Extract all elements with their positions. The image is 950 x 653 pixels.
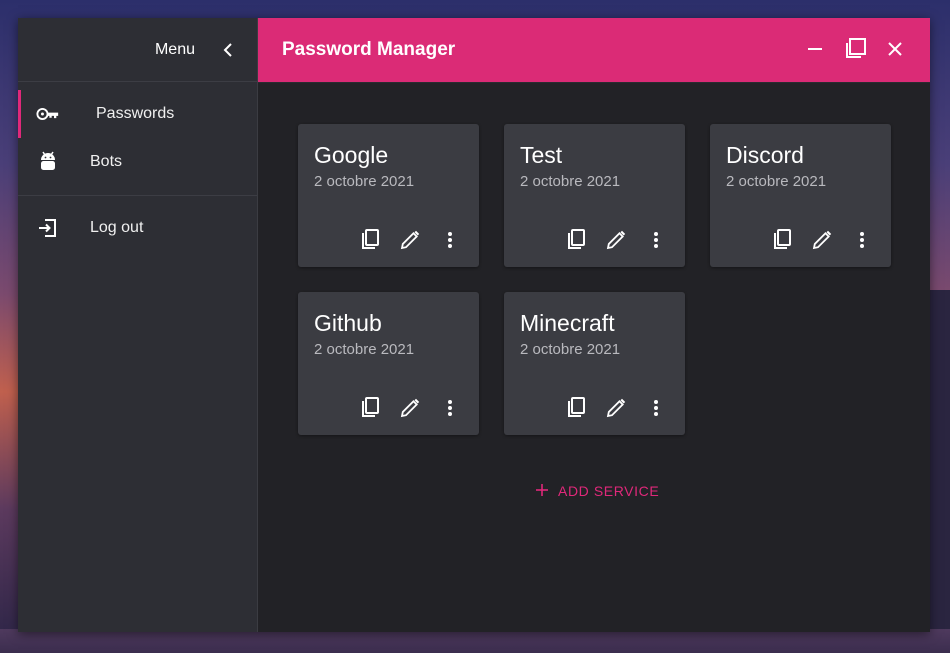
service-card[interactable]: Discord 2 octobre 2021 (710, 124, 891, 267)
more-vert-icon[interactable] (645, 397, 667, 419)
logout-label: Log out (90, 219, 144, 236)
service-date: 2 octobre 2021 (314, 173, 415, 190)
service-name: Test (520, 142, 563, 168)
copy-icon[interactable] (359, 397, 381, 419)
wallpaper-ground (0, 629, 950, 653)
more-vert-icon[interactable] (439, 229, 461, 251)
edit-icon[interactable] (399, 397, 421, 419)
main-panel: Password Manager Google 2 octobre 2021 T… (258, 18, 930, 632)
service-date: 2 octobre 2021 (520, 173, 621, 190)
sidebar-nav: Passwords Bots Log out (18, 82, 257, 252)
maximize-icon[interactable] (844, 38, 866, 60)
window-controls (804, 38, 906, 60)
close-icon[interactable] (884, 38, 906, 60)
edit-icon[interactable] (605, 397, 627, 419)
sidebar: Menu Passwords Bots Log out (18, 18, 258, 632)
add-service-label: ADD SERVICE (558, 483, 660, 499)
service-name: Minecraft (520, 310, 615, 336)
more-vert-icon[interactable] (851, 229, 873, 251)
android-icon (36, 150, 60, 174)
titlebar: Password Manager (258, 18, 930, 82)
services-grid: Google 2 octobre 2021 Test 2 octobre 202… (298, 124, 891, 435)
service-date: 2 octobre 2021 (726, 173, 827, 190)
sidebar-item-label: Bots (90, 153, 123, 170)
card-actions (565, 229, 667, 251)
card-actions (565, 397, 667, 419)
service-name: Google (314, 142, 389, 168)
wallpaper-silhouette (928, 290, 950, 630)
service-card[interactable]: Test 2 octobre 2021 (504, 124, 685, 267)
chevron-left-icon[interactable] (221, 42, 235, 57)
menu-label: Menu (154, 40, 195, 58)
sidebar-item-passwords[interactable]: Passwords (18, 90, 257, 138)
logout-icon (36, 216, 60, 240)
edit-icon[interactable] (605, 229, 627, 251)
sidebar-header: Menu (18, 18, 257, 82)
copy-icon[interactable] (565, 229, 587, 251)
plus-icon (536, 483, 548, 499)
copy-icon[interactable] (565, 397, 587, 419)
more-vert-icon[interactable] (439, 397, 461, 419)
sidebar-item-label: Passwords (96, 105, 175, 122)
key-icon (36, 102, 60, 126)
service-date: 2 octobre 2021 (314, 341, 415, 358)
copy-icon[interactable] (771, 229, 793, 251)
copy-icon[interactable] (359, 229, 381, 251)
page-title: Password Manager (282, 39, 456, 60)
card-actions (771, 229, 873, 251)
app-window: Menu Passwords Bots Log out Password Man… (18, 18, 930, 632)
service-card[interactable]: Google 2 octobre 2021 (298, 124, 479, 267)
edit-icon[interactable] (399, 229, 421, 251)
service-date: 2 octobre 2021 (520, 341, 621, 358)
minimize-icon[interactable] (804, 38, 826, 60)
content-area: Google 2 octobre 2021 Test 2 octobre 202… (258, 82, 930, 632)
sidebar-item-bots[interactable]: Bots (18, 138, 257, 186)
divider (18, 195, 257, 196)
service-card[interactable]: Github 2 octobre 2021 (298, 292, 479, 435)
service-name: Discord (726, 142, 804, 168)
edit-icon[interactable] (811, 229, 833, 251)
card-actions (359, 397, 461, 419)
service-card[interactable]: Minecraft 2 octobre 2021 (504, 292, 685, 435)
more-vert-icon[interactable] (645, 229, 667, 251)
add-service-button[interactable]: ADD SERVICE (536, 483, 659, 499)
card-actions (359, 229, 461, 251)
service-name: Github (314, 310, 382, 336)
logout-button[interactable]: Log out (18, 204, 257, 252)
